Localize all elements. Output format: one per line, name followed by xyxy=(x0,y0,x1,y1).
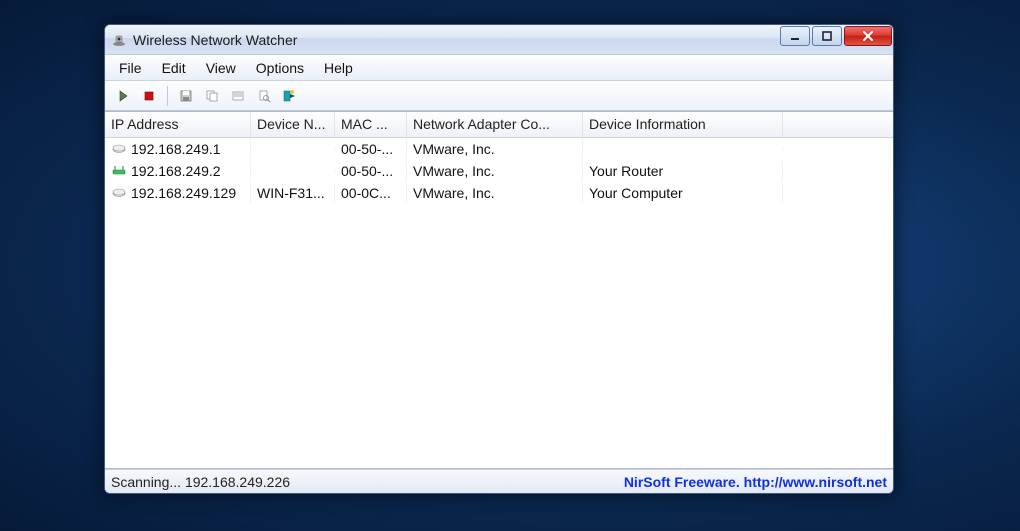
column-mac[interactable]: MAC ... xyxy=(335,112,407,137)
listview-body[interactable]: 192.168.249.1 00-50-... VMware, Inc. 192… xyxy=(105,138,893,468)
play-button[interactable] xyxy=(111,84,135,108)
table-row[interactable]: 192.168.249.1 00-50-... VMware, Inc. xyxy=(105,138,893,160)
toolbar xyxy=(105,81,893,111)
copy-button[interactable] xyxy=(200,84,224,108)
maximize-button[interactable] xyxy=(812,26,842,46)
cell-adapter: VMware, Inc. xyxy=(407,161,583,181)
table-row[interactable]: 192.168.249.129 WIN-F31... 00-0C... VMwa… xyxy=(105,182,893,204)
column-device-name[interactable]: Device N... xyxy=(251,112,335,137)
table-row[interactable]: 192.168.249.2 00-50-... VMware, Inc. You… xyxy=(105,160,893,182)
column-extra[interactable] xyxy=(783,112,833,137)
cell-mac: 00-50-... xyxy=(335,139,407,159)
cell-extra xyxy=(783,191,833,195)
listview-header: IP Address Device N... MAC ... Network A… xyxy=(105,112,893,138)
device-icon xyxy=(111,186,127,200)
app-window: Wireless Network Watcher File Edit View … xyxy=(104,24,894,494)
cell-extra xyxy=(783,169,833,173)
cell-ip: 192.168.249.129 xyxy=(105,183,251,203)
column-device-info[interactable]: Device Information xyxy=(583,112,783,137)
cell-device xyxy=(251,169,335,173)
properties-button[interactable] xyxy=(226,84,250,108)
cell-info: Your Router xyxy=(583,161,783,181)
cell-device: WIN-F31... xyxy=(251,183,335,203)
credit-link[interactable]: http://www.nirsoft.net xyxy=(744,474,887,490)
cell-ip: 192.168.249.1 xyxy=(105,139,251,159)
status-text: Scanning... 192.168.249.226 xyxy=(111,474,624,490)
menu-file[interactable]: File xyxy=(109,57,152,79)
cell-ip: 192.168.249.2 xyxy=(105,161,251,181)
cell-adapter: VMware, Inc. xyxy=(407,183,583,203)
app-icon xyxy=(111,32,127,48)
column-adapter[interactable]: Network Adapter Co... xyxy=(407,112,583,137)
menu-view[interactable]: View xyxy=(196,57,246,79)
titlebar[interactable]: Wireless Network Watcher xyxy=(105,25,893,55)
window-title: Wireless Network Watcher xyxy=(133,32,780,48)
cell-ip-text: 192.168.249.1 xyxy=(131,141,221,157)
save-button[interactable] xyxy=(174,84,198,108)
window-controls xyxy=(780,25,893,54)
cell-ip-text: 192.168.249.2 xyxy=(131,163,221,179)
menu-help[interactable]: Help xyxy=(314,57,363,79)
menu-edit[interactable]: Edit xyxy=(152,57,196,79)
status-credit: NirSoft Freeware. http://www.nirsoft.net xyxy=(624,474,887,490)
device-icon xyxy=(111,142,127,156)
close-button[interactable] xyxy=(844,26,892,46)
cell-info xyxy=(583,147,783,151)
credit-text: NirSoft Freeware. xyxy=(624,474,744,490)
menubar: File Edit View Options Help xyxy=(105,55,893,81)
cell-info: Your Computer xyxy=(583,183,783,203)
router-icon xyxy=(111,164,127,178)
cell-extra xyxy=(783,147,833,151)
cell-mac: 00-50-... xyxy=(335,161,407,181)
minimize-button[interactable] xyxy=(780,26,810,46)
toolbar-separator xyxy=(167,86,168,106)
statusbar: Scanning... 192.168.249.226 NirSoft Free… xyxy=(105,469,893,493)
listview: IP Address Device N... MAC ... Network A… xyxy=(105,111,893,469)
cell-mac: 00-0C... xyxy=(335,183,407,203)
exit-button[interactable] xyxy=(278,84,302,108)
cell-device xyxy=(251,147,335,151)
options-button[interactable] xyxy=(252,84,276,108)
cell-adapter: VMware, Inc. xyxy=(407,139,583,159)
menu-options[interactable]: Options xyxy=(246,57,314,79)
stop-button[interactable] xyxy=(137,84,161,108)
cell-ip-text: 192.168.249.129 xyxy=(131,185,236,201)
column-ip-address[interactable]: IP Address xyxy=(105,112,251,137)
